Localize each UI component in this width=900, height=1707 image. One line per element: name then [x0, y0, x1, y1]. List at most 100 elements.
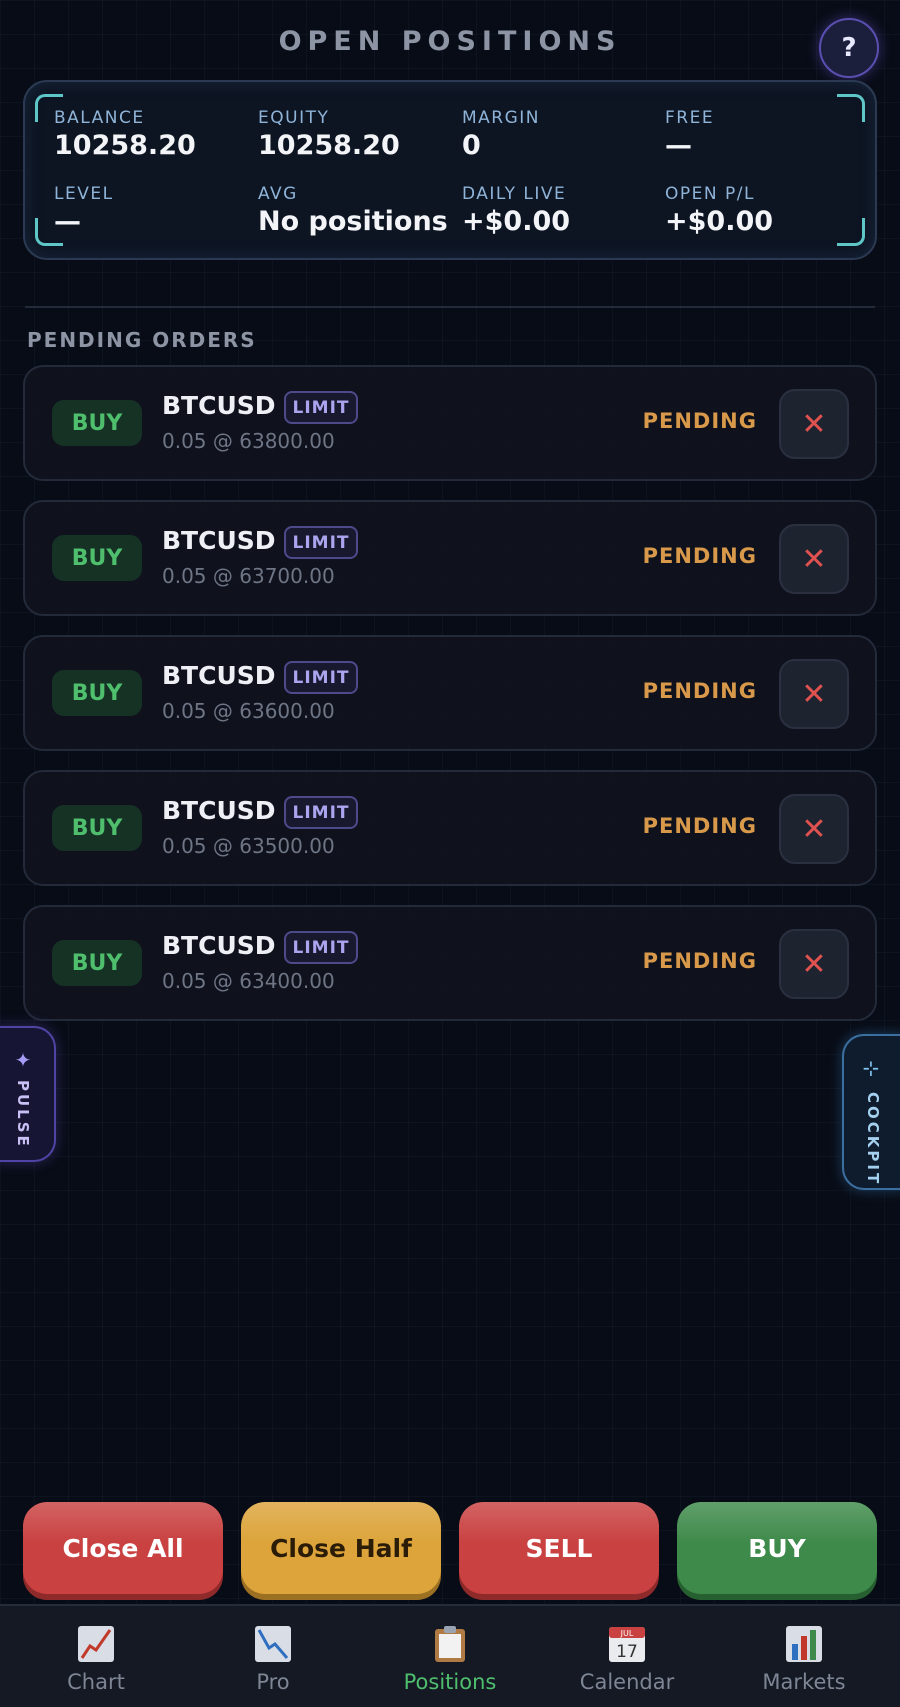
cancel-order-button[interactable]: ✕	[779, 929, 849, 999]
stat-value: No positions	[258, 206, 448, 237]
calendar-day: 17	[616, 1642, 638, 1662]
chart-line-icon	[78, 1626, 114, 1662]
nav-label: Markets	[762, 1670, 846, 1694]
page-title: OPEN POSITIONS	[278, 26, 622, 57]
calendar-icon: JUL 17	[609, 1627, 645, 1662]
close-icon: ✕	[801, 811, 827, 847]
stat-label: OPEN P/L	[665, 184, 755, 204]
stat-label: MARGIN	[462, 108, 541, 128]
pending-order-row[interactable]: BUY BTCUSD LIMIT 0.05 @ 63700.00 PENDING…	[23, 500, 877, 616]
sparkle-icon: ✦	[14, 1048, 32, 1072]
stat-equity: EQUITY 10258.20	[258, 108, 458, 161]
stat-value: 10258.20	[54, 130, 196, 161]
section-divider	[25, 306, 875, 308]
order-type-badge: LIMIT	[284, 661, 358, 694]
stat-margin: MARGIN 0	[462, 108, 662, 161]
close-half-label: Close Half	[270, 1533, 412, 1563]
stat-balance: BALANCE 10258.20	[54, 108, 254, 161]
order-status: PENDING	[642, 544, 757, 568]
stat-value: —	[665, 130, 692, 161]
stat-value: +$0.00	[665, 206, 774, 237]
buy-button[interactable]: BUY	[677, 1502, 877, 1594]
side-badge-buy: BUY	[52, 940, 142, 986]
stat-value: —	[54, 206, 81, 237]
cockpit-side-tab[interactable]: ⊹ COCKPIT	[842, 1034, 900, 1190]
nav-item-chart[interactable]: Chart	[6, 1606, 186, 1707]
crosshair-icon: ⊹	[862, 1056, 880, 1080]
cancel-order-button[interactable]: ✕	[779, 659, 849, 729]
chart-down-icon	[255, 1626, 291, 1662]
stat-label: FREE	[665, 108, 715, 128]
stat-value: 10258.20	[258, 130, 400, 161]
nav-item-pro[interactable]: Pro	[183, 1606, 363, 1707]
order-detail: 0.05 @ 63600.00	[162, 699, 335, 723]
stat-daily-live: DAILY LIVE +$0.00	[462, 184, 662, 237]
order-symbol: BTCUSD	[162, 796, 276, 825]
order-type-badge: LIMIT	[284, 796, 358, 829]
cancel-order-button[interactable]: ✕	[779, 389, 849, 459]
order-symbol: BTCUSD	[162, 391, 276, 420]
clipboard-icon	[435, 1626, 465, 1662]
nav-item-calendar[interactable]: JUL 17 Calendar	[537, 1606, 717, 1707]
order-status: PENDING	[642, 949, 757, 973]
order-detail: 0.05 @ 63800.00	[162, 429, 335, 453]
close-all-label: Close All	[62, 1533, 184, 1563]
cockpit-tab-label: COCKPIT	[864, 1092, 882, 1187]
order-type-badge: LIMIT	[284, 391, 358, 424]
stat-label: DAILY LIVE	[462, 184, 567, 204]
pending-order-row[interactable]: BUY BTCUSD LIMIT 0.05 @ 63400.00 PENDING…	[23, 905, 877, 1021]
close-icon: ✕	[801, 676, 827, 712]
close-icon: ✕	[801, 541, 827, 577]
close-icon: ✕	[801, 946, 827, 982]
close-half-button[interactable]: Close Half	[241, 1502, 441, 1594]
sell-label: SELL	[525, 1533, 593, 1563]
nav-label: Calendar	[579, 1670, 675, 1694]
stat-value: +$0.00	[462, 206, 571, 237]
side-badge-buy: BUY	[52, 400, 142, 446]
order-symbol: BTCUSD	[162, 931, 276, 960]
pending-orders-title: PENDING ORDERS	[27, 328, 257, 352]
nav-item-positions[interactable]: Positions	[360, 1606, 540, 1707]
side-badge-buy: BUY	[52, 535, 142, 581]
pending-order-row[interactable]: BUY BTCUSD LIMIT 0.05 @ 63500.00 PENDING…	[23, 770, 877, 886]
stat-label: AVG	[258, 184, 298, 204]
order-type-badge: LIMIT	[284, 526, 358, 559]
close-all-button[interactable]: Close All	[23, 1502, 223, 1594]
order-status: PENDING	[642, 814, 757, 838]
stat-label: BALANCE	[54, 108, 145, 128]
stat-label: LEVEL	[54, 184, 114, 204]
order-status: PENDING	[642, 679, 757, 703]
pending-order-row[interactable]: BUY BTCUSD LIMIT 0.05 @ 63800.00 PENDING…	[23, 365, 877, 481]
close-icon: ✕	[801, 406, 827, 442]
nav-label: Positions	[403, 1670, 497, 1694]
order-symbol: BTCUSD	[162, 661, 276, 690]
nav-label: Pro	[256, 1670, 290, 1694]
buy-label: BUY	[748, 1533, 806, 1563]
account-summary-card: BALANCE 10258.20 EQUITY 10258.20 MARGIN …	[23, 80, 877, 260]
order-status: PENDING	[642, 409, 757, 433]
bottom-nav: Chart Pro Positions JUL 17 Calendar Mark…	[0, 1604, 900, 1707]
pulse-tab-label: PULSE	[14, 1080, 32, 1149]
order-detail: 0.05 @ 63500.00	[162, 834, 335, 858]
pulse-side-tab[interactable]: ✦ PULSE	[0, 1026, 56, 1162]
order-symbol: BTCUSD	[162, 526, 276, 555]
pending-order-row[interactable]: BUY BTCUSD LIMIT 0.05 @ 63600.00 PENDING…	[23, 635, 877, 751]
cancel-order-button[interactable]: ✕	[779, 524, 849, 594]
stat-value: 0	[462, 130, 481, 161]
order-detail: 0.05 @ 63400.00	[162, 969, 335, 993]
side-badge-buy: BUY	[52, 670, 142, 716]
stat-level: LEVEL —	[54, 184, 254, 237]
order-detail: 0.05 @ 63700.00	[162, 564, 335, 588]
stat-open-pl: OPEN P/L +$0.00	[665, 184, 865, 237]
nav-item-markets[interactable]: Markets	[714, 1606, 894, 1707]
order-type-badge: LIMIT	[284, 931, 358, 964]
nav-label: Chart	[67, 1670, 125, 1694]
stat-label: EQUITY	[258, 108, 330, 128]
bar-chart-icon	[786, 1626, 822, 1662]
calendar-month: JUL	[620, 1629, 634, 1638]
side-badge-buy: BUY	[52, 805, 142, 851]
help-button[interactable]: ?	[819, 18, 879, 78]
cancel-order-button[interactable]: ✕	[779, 794, 849, 864]
sell-button[interactable]: SELL	[459, 1502, 659, 1594]
stat-free: FREE —	[665, 108, 865, 161]
